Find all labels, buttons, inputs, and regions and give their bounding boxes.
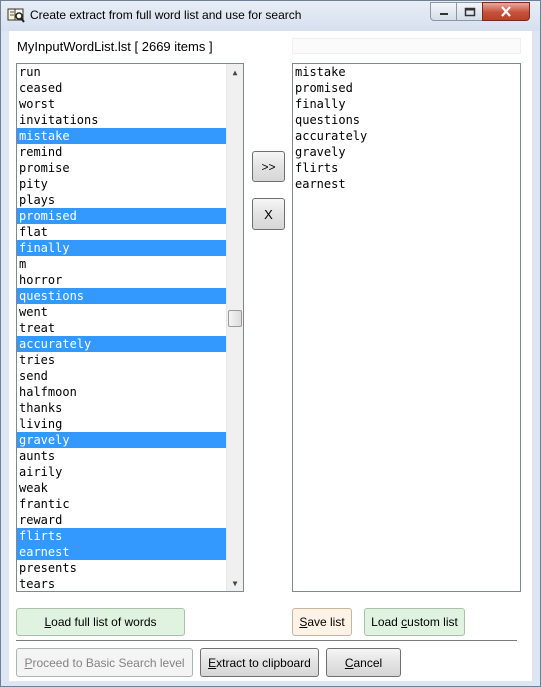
- maximize-button[interactable]: [456, 2, 483, 21]
- full-word-list-items: run ceased worst invitations mistake remind pr…: [17, 64, 226, 592]
- extract-word-list-items: mistake promised finally questions accuratel…: [293, 64, 520, 192]
- list-item[interactable]: accurately: [17, 336, 226, 352]
- list-item[interactable]: questions: [17, 288, 226, 304]
- clear-extract-button[interactable]: X: [252, 198, 285, 230]
- list-item[interactable]: treat: [17, 320, 226, 336]
- list-item[interactable]: flat: [17, 224, 226, 240]
- list-item[interactable]: airily: [17, 464, 226, 480]
- list-item[interactable]: flirts: [17, 528, 226, 544]
- cancel-button[interactable]: Cancel: [326, 648, 401, 677]
- list-item[interactable]: halfmoon: [17, 384, 226, 400]
- move-selected-button[interactable]: >>: [252, 151, 285, 182]
- title-bar[interactable]: Create extract from full word list and u…: [1, 1, 540, 31]
- list-item[interactable]: aunts: [17, 448, 226, 464]
- list-item[interactable]: pity: [17, 176, 226, 192]
- list-item[interactable]: ceased: [17, 80, 226, 96]
- vertical-scrollbar[interactable]: ▲ ▼: [226, 64, 243, 591]
- minimize-icon: [439, 12, 448, 15]
- load-full-list-button[interactable]: Load full list of words: [16, 608, 185, 636]
- list-item[interactable]: questions: [293, 112, 520, 128]
- close-icon: [501, 6, 511, 17]
- list-item[interactable]: thanks: [17, 400, 226, 416]
- list-item[interactable]: promised: [293, 80, 520, 96]
- list-item[interactable]: promise: [17, 160, 226, 176]
- list-item[interactable]: tries: [17, 352, 226, 368]
- list-item[interactable]: frantic: [17, 496, 226, 512]
- list-item[interactable]: went: [17, 304, 226, 320]
- list-item[interactable]: mistake: [17, 128, 226, 144]
- full-list-label: MyInputWordList.lst [ 2669 items ]: [16, 38, 244, 56]
- list-item[interactable]: worst: [17, 96, 226, 112]
- scroll-down-arrow[interactable]: ▼: [227, 575, 243, 591]
- list-item[interactable]: promised: [17, 208, 226, 224]
- list-item[interactable]: reward: [17, 512, 226, 528]
- list-item[interactable]: tears: [17, 576, 226, 592]
- list-item[interactable]: send: [17, 368, 226, 384]
- list-item[interactable]: remind: [17, 144, 226, 160]
- extract-to-clipboard-button[interactable]: Extract to clipboard: [200, 648, 319, 677]
- proceed-to-basic-search-button[interactable]: Proceed to Basic Search level: [16, 648, 193, 677]
- list-item[interactable]: finally: [293, 96, 520, 112]
- list-item[interactable]: plays: [17, 192, 226, 208]
- maximize-icon: [464, 7, 475, 16]
- window-title: Create extract from full word list and u…: [30, 8, 302, 22]
- app-book-icon: [7, 7, 25, 23]
- list-item[interactable]: presents: [17, 560, 226, 576]
- scroll-up-arrow[interactable]: ▲: [227, 64, 243, 80]
- close-window-button[interactable]: [482, 2, 530, 21]
- list-item[interactable]: m: [17, 256, 226, 272]
- separator-line: [16, 640, 517, 642]
- list-item[interactable]: accurately: [293, 128, 520, 144]
- list-item[interactable]: earnest: [293, 176, 520, 192]
- extract-word-listbox[interactable]: mistake promised finally questions accuratel…: [292, 63, 521, 592]
- save-list-button[interactable]: Save list: [292, 608, 352, 636]
- list-item[interactable]: weak: [17, 480, 226, 496]
- full-word-listbox[interactable]: run ceased worst invitations mistake remind pr…: [16, 63, 244, 592]
- list-item[interactable]: gravely: [17, 432, 226, 448]
- list-item[interactable]: earnest: [17, 544, 226, 560]
- minimize-button[interactable]: [430, 2, 457, 21]
- list-item[interactable]: horror: [17, 272, 226, 288]
- list-item[interactable]: flirts: [293, 160, 520, 176]
- list-item[interactable]: finally: [17, 240, 226, 256]
- list-item[interactable]: mistake: [293, 64, 520, 80]
- load-custom-list-button[interactable]: Load c ustom list: [364, 608, 465, 636]
- list-item[interactable]: invitations: [17, 112, 226, 128]
- extract-list-label: [292, 38, 521, 54]
- list-item[interactable]: gravely: [293, 144, 520, 160]
- list-item[interactable]: living: [17, 416, 226, 432]
- list-item[interactable]: run: [17, 64, 226, 80]
- scrollbar-thumb[interactable]: [228, 310, 242, 327]
